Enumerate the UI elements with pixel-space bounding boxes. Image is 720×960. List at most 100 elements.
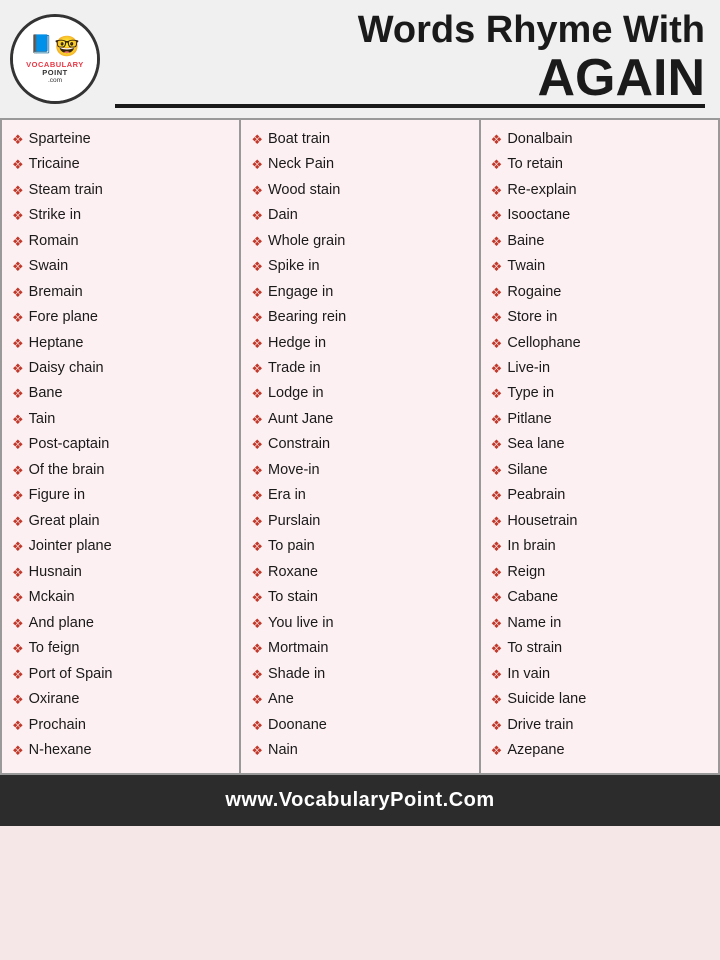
list-item: ❖And plane [12, 612, 233, 634]
title-line2: AGAIN [115, 52, 705, 108]
diamond-icon: ❖ [491, 665, 503, 685]
diamond-icon: ❖ [12, 690, 24, 710]
word-text: Doonane [268, 714, 327, 736]
list-item: ❖Roxane [251, 561, 472, 583]
word-text: Era in [268, 484, 306, 506]
word-text: Peabrain [507, 484, 565, 506]
diamond-icon: ❖ [251, 155, 263, 175]
diamond-icon: ❖ [491, 384, 503, 404]
list-item: ❖Tain [12, 408, 233, 430]
diamond-icon: ❖ [12, 283, 24, 303]
diamond-icon: ❖ [251, 486, 263, 506]
diamond-icon: ❖ [251, 181, 263, 201]
diamond-icon: ❖ [491, 563, 503, 583]
diamond-icon: ❖ [12, 155, 24, 175]
diamond-icon: ❖ [251, 563, 263, 583]
footer: www.VocabularyPoint.Com [0, 775, 720, 826]
list-item: ❖Strike in [12, 204, 233, 226]
list-item: ❖Twain [491, 255, 712, 277]
word-text: Cabane [507, 586, 558, 608]
word-text: Purslain [268, 510, 320, 532]
diamond-icon: ❖ [251, 435, 263, 455]
list-item: ❖Spike in [251, 255, 472, 277]
word-list-content: ❖Sparteine❖Tricaine❖Steam train❖Strike i… [0, 118, 720, 775]
logo-com: .com [48, 77, 62, 84]
diamond-icon: ❖ [491, 206, 503, 226]
word-text: Spike in [268, 255, 320, 277]
diamond-icon: ❖ [12, 665, 24, 685]
diamond-icon: ❖ [12, 461, 24, 481]
diamond-icon: ❖ [12, 588, 24, 608]
list-item: ❖Re-explain [491, 179, 712, 201]
diamond-icon: ❖ [491, 588, 503, 608]
diamond-icon: ❖ [491, 512, 503, 532]
word-text: Fore plane [29, 306, 98, 328]
diamond-icon: ❖ [491, 690, 503, 710]
word-text: Reign [507, 561, 545, 583]
list-item: ❖Boat train [251, 128, 472, 150]
list-item: ❖Move-in [251, 459, 472, 481]
diamond-icon: ❖ [251, 232, 263, 252]
word-columns: ❖Sparteine❖Tricaine❖Steam train❖Strike i… [2, 120, 718, 773]
diamond-icon: ❖ [12, 716, 24, 736]
word-text: Aunt Jane [268, 408, 333, 430]
word-text: Housetrain [507, 510, 577, 532]
word-text: Drive train [507, 714, 573, 736]
word-text: Silane [507, 459, 547, 481]
word-text: Of the brain [29, 459, 105, 481]
diamond-icon: ❖ [12, 206, 24, 226]
list-item: ❖Swain [12, 255, 233, 277]
diamond-icon: ❖ [12, 563, 24, 583]
word-text: Move-in [268, 459, 320, 481]
diamond-icon: ❖ [251, 410, 263, 430]
diamond-icon: ❖ [251, 130, 263, 150]
list-item: ❖Jointer plane [12, 535, 233, 557]
list-item: ❖Bane [12, 382, 233, 404]
word-text: Whole grain [268, 230, 345, 252]
word-text: Mortmain [268, 637, 328, 659]
word-text: Suicide lane [507, 688, 586, 710]
diamond-icon: ❖ [12, 232, 24, 252]
word-text: Re-explain [507, 179, 576, 201]
word-text: Steam train [29, 179, 103, 201]
list-item: ❖Neck Pain [251, 153, 472, 175]
list-item: ❖Azepane [491, 739, 712, 761]
list-item: ❖In vain [491, 663, 712, 685]
diamond-icon: ❖ [12, 639, 24, 659]
list-item: ❖N-hexane [12, 739, 233, 761]
word-text: Oxirane [29, 688, 80, 710]
word-text: Dain [268, 204, 298, 226]
footer-url: www.VocabularyPoint.Com [225, 789, 494, 811]
diamond-icon: ❖ [251, 283, 263, 303]
list-item: ❖Tricaine [12, 153, 233, 175]
word-text: Live-in [507, 357, 550, 379]
diamond-icon: ❖ [491, 537, 503, 557]
diamond-icon: ❖ [251, 665, 263, 685]
diamond-icon: ❖ [491, 614, 503, 634]
list-item: ❖Store in [491, 306, 712, 328]
diamond-icon: ❖ [491, 308, 503, 328]
list-item: ❖Cellophane [491, 332, 712, 354]
list-item: ❖Shade in [251, 663, 472, 685]
diamond-icon: ❖ [12, 537, 24, 557]
word-text: To retain [507, 153, 563, 175]
list-item: ❖Of the brain [12, 459, 233, 481]
word-text: Figure in [29, 484, 85, 506]
list-item: ❖Rogaine [491, 281, 712, 303]
diamond-icon: ❖ [491, 257, 503, 277]
list-item: ❖Reign [491, 561, 712, 583]
list-item: ❖Figure in [12, 484, 233, 506]
word-text: Boat train [268, 128, 330, 150]
list-item: ❖Ane [251, 688, 472, 710]
word-text: Azepane [507, 739, 564, 761]
diamond-icon: ❖ [491, 359, 503, 379]
list-item: ❖Lodge in [251, 382, 472, 404]
diamond-icon: ❖ [251, 206, 263, 226]
word-text: To pain [268, 535, 315, 557]
diamond-icon: ❖ [251, 512, 263, 532]
list-item: ❖Dain [251, 204, 472, 226]
list-item: ❖Isooctane [491, 204, 712, 226]
list-item: ❖Bearing rein [251, 306, 472, 328]
word-text: Husnain [29, 561, 82, 583]
page-title: Words Rhyme With AGAIN [115, 10, 705, 108]
